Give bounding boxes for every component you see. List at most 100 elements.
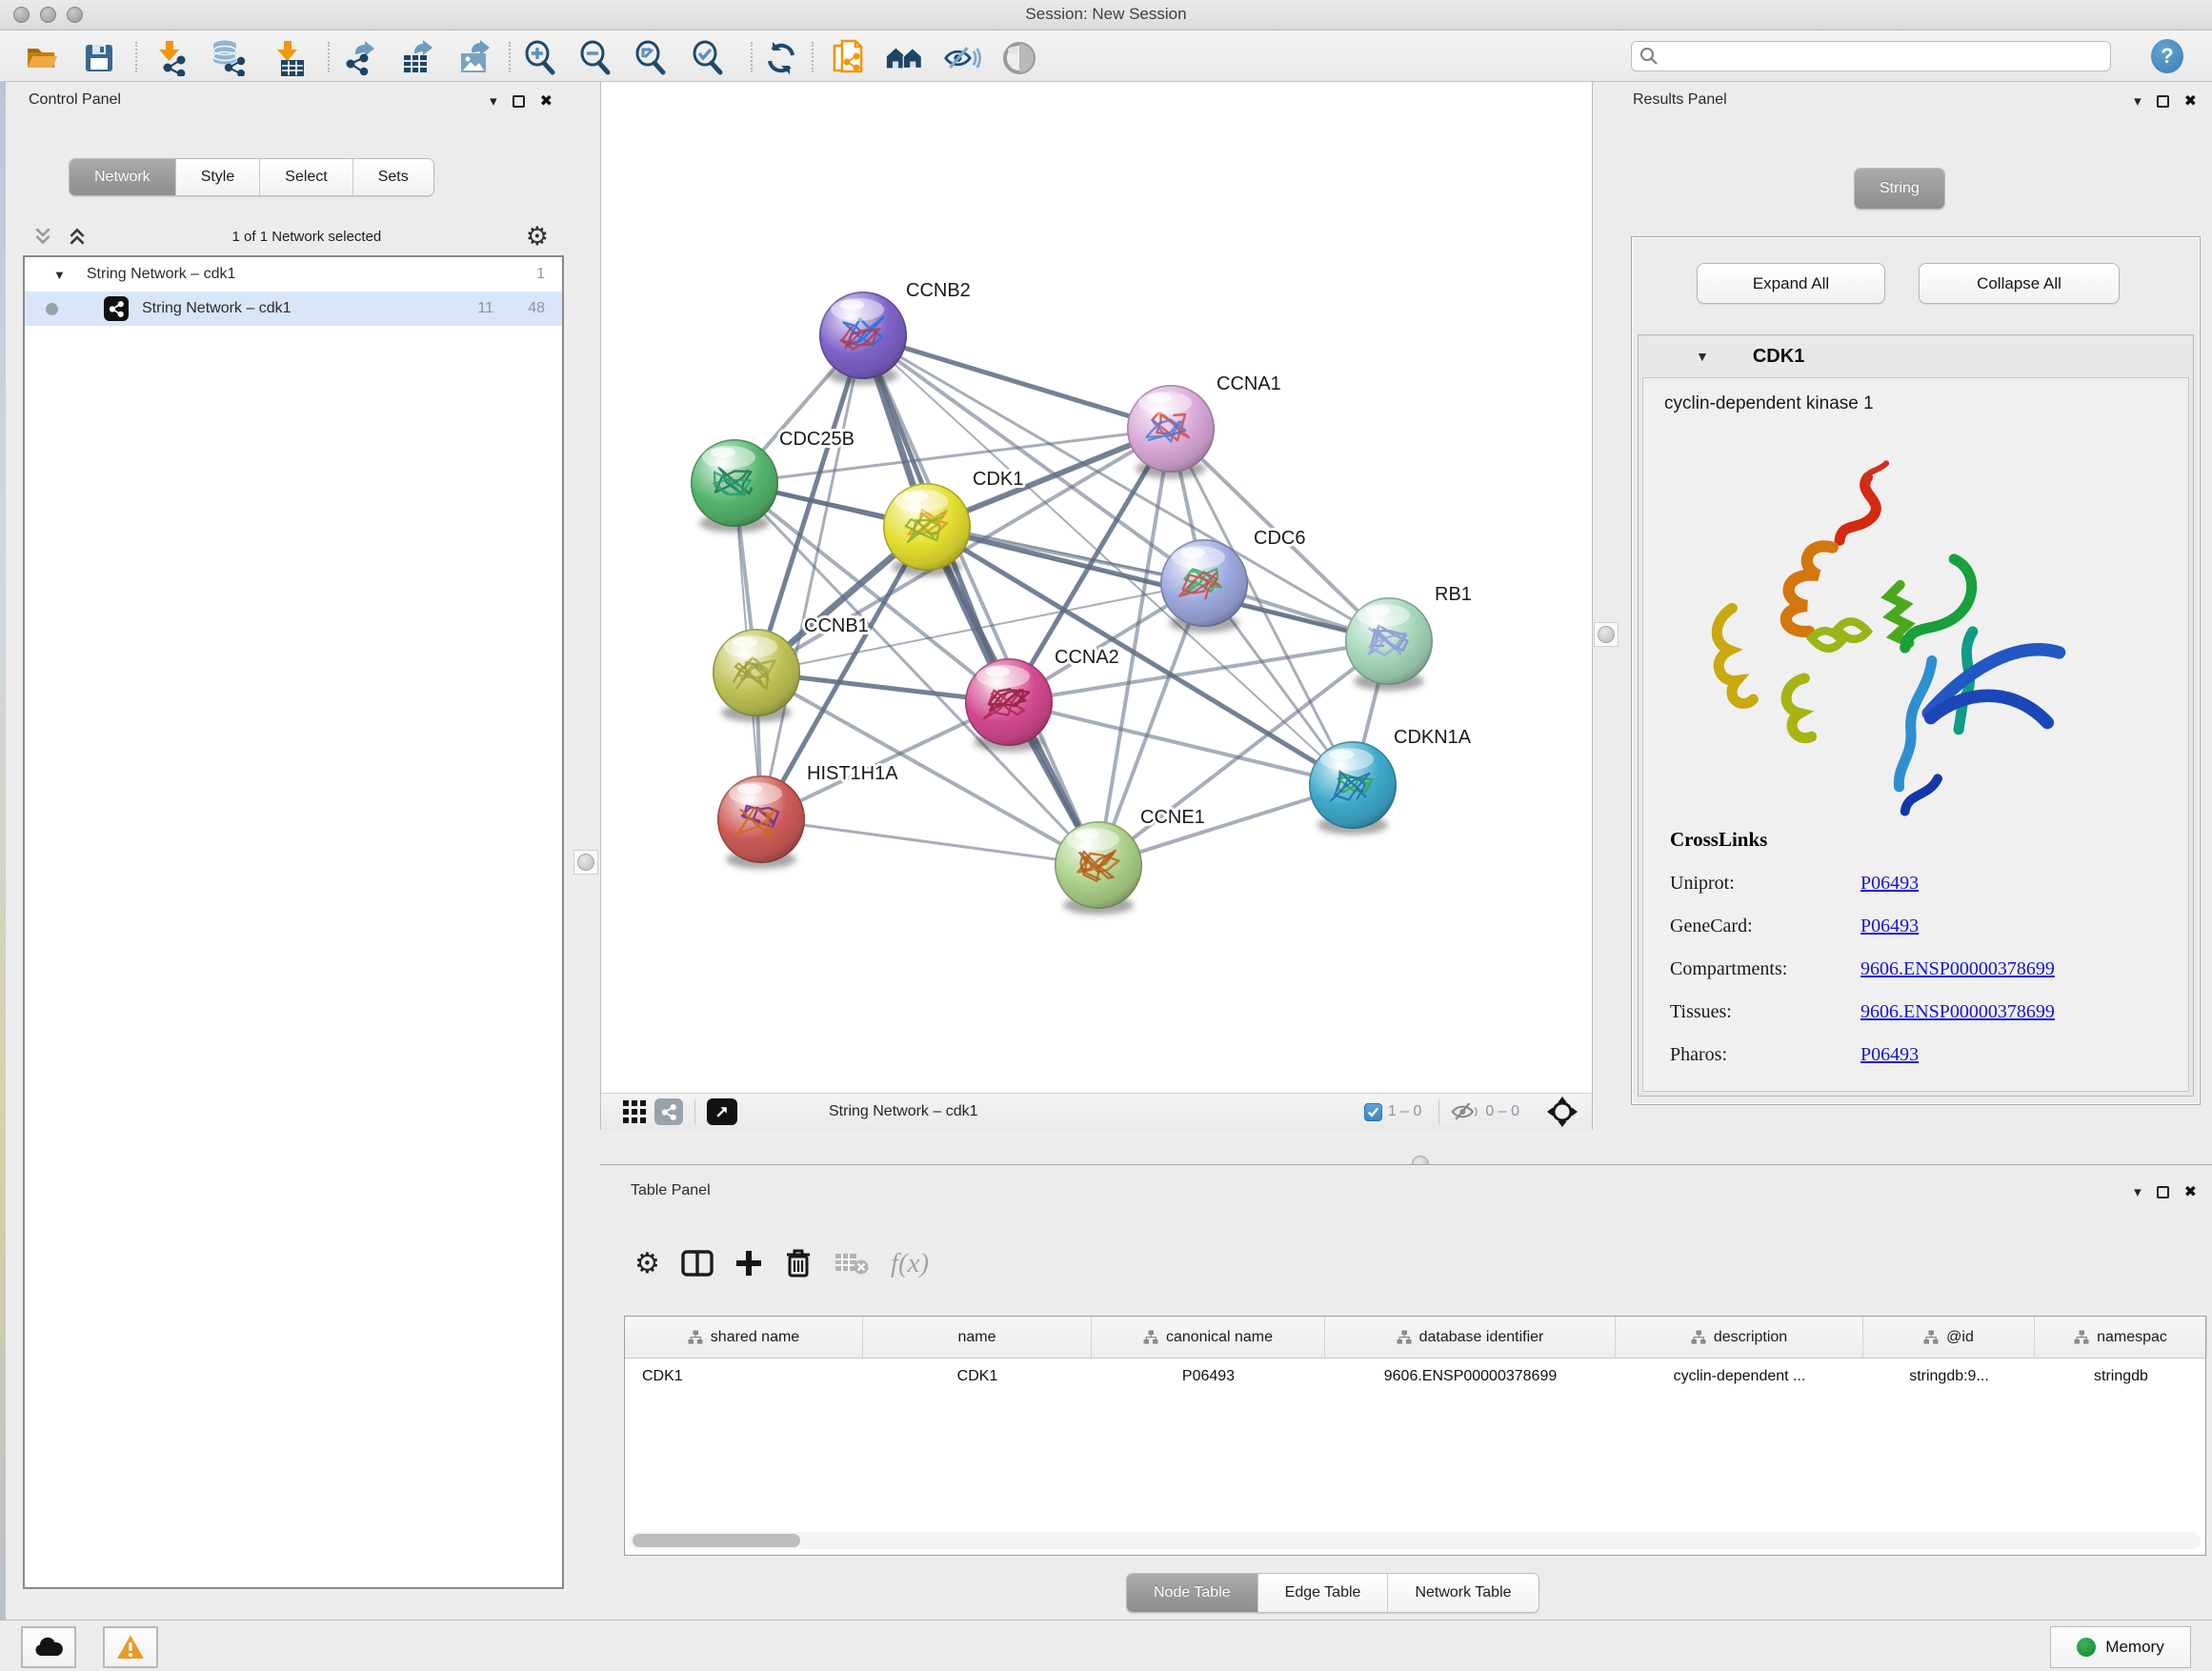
collapse-all-button[interactable]: Collapse All — [1919, 263, 2120, 304]
zoom-fit-button[interactable] — [633, 40, 671, 76]
table-cell[interactable]: stringdb — [2035, 1368, 2207, 1385]
edge-CCNB2-CCNA1[interactable] — [863, 335, 1171, 429]
detach-view-icon[interactable] — [707, 1098, 737, 1125]
section-collapse-triangle-icon[interactable]: ▼ — [1696, 349, 1709, 364]
table-horizontal-scrollbar[interactable] — [629, 1532, 2201, 1549]
results-panel-menu-icon[interactable]: ▾ — [2134, 92, 2142, 110]
column-header-database-identifier[interactable]: database identifier — [1325, 1317, 1616, 1358]
table-panel-menu-icon[interactable]: ▾ — [2134, 1183, 2142, 1200]
node-CDKN1A[interactable] — [1309, 741, 1397, 835]
results-panel-float-icon[interactable] — [2157, 95, 2169, 108]
cloud-status-button[interactable] — [21, 1626, 76, 1668]
table-cell[interactable]: stringdb:9... — [1863, 1368, 2035, 1385]
node-CCNB2[interactable] — [819, 292, 907, 385]
table-cell[interactable]: P06493 — [1092, 1368, 1325, 1385]
expand-all-icon[interactable] — [67, 226, 88, 247]
table-panel-close-icon[interactable]: ✖ — [2184, 1182, 2197, 1201]
tab-network[interactable]: Network — [70, 159, 175, 195]
edge-CCNB2-CCNE1[interactable] — [863, 335, 1098, 865]
table-row[interactable]: CDK1CDK1P064939606.ENSP00000378699cyclin… — [625, 1359, 2205, 1395]
delete-column-trash-icon[interactable] — [784, 1248, 813, 1278]
crosslink-link[interactable]: P06493 — [1860, 873, 1919, 895]
edge-CCNB2-HIST1H1A[interactable] — [761, 335, 863, 819]
tab-select[interactable]: Select — [259, 159, 352, 195]
network-row[interactable]: String Network – cdk1 11 48 — [25, 292, 562, 326]
collapse-all-icon[interactable] — [32, 226, 53, 247]
node-CDK1[interactable] — [883, 483, 971, 576]
control-panel-float-icon[interactable] — [513, 95, 525, 108]
results-panel-close-icon[interactable]: ✖ — [2184, 91, 2197, 111]
node-HIST1H1A[interactable] — [717, 775, 805, 869]
birdseye-home-button[interactable] — [886, 40, 924, 76]
control-panel-close-icon[interactable]: ✖ — [540, 91, 553, 111]
memory-button[interactable]: Memory — [2050, 1626, 2191, 1668]
zoom-out-button[interactable] — [577, 40, 615, 76]
open-session-button[interactable] — [23, 40, 61, 76]
control-panel-menu-icon[interactable]: ▾ — [490, 92, 497, 110]
show-graphics-button[interactable] — [1000, 40, 1038, 76]
scrollbar-thumb[interactable] — [633, 1534, 800, 1547]
network-collection-row[interactable]: ▼ String Network – cdk1 1 — [25, 257, 562, 292]
node-CDC25B[interactable] — [691, 439, 778, 533]
table-cell[interactable]: cyclin-dependent ... — [1616, 1368, 1863, 1385]
tab-style[interactable]: Style — [175, 159, 260, 195]
crosslink-link[interactable]: P06493 — [1860, 1044, 1919, 1066]
column-header-canonical-name[interactable]: canonical name — [1092, 1317, 1325, 1358]
node-table[interactable]: shared namenamecanonical namedatabase id… — [624, 1316, 2206, 1556]
node-CDC6[interactable] — [1160, 539, 1248, 633]
network-canvas[interactable]: CCNB2CCNA1CDC25BCDK1CDC6RB1CCNB1CCNA2CDK… — [600, 82, 1593, 1130]
gear-icon[interactable]: ⚙ — [526, 222, 549, 252]
import-network-button[interactable] — [152, 40, 191, 76]
node-CCNA2[interactable] — [965, 658, 1053, 752]
grid-view-icon[interactable] — [622, 1099, 647, 1124]
tab-network-table[interactable]: Network Table — [1387, 1574, 1538, 1612]
zoom-selected-button[interactable] — [690, 40, 728, 76]
table-panel-float-icon[interactable] — [2157, 1186, 2169, 1198]
column-header-shared-name[interactable]: shared name — [625, 1317, 863, 1358]
export-table-button[interactable] — [398, 40, 436, 76]
right-splitter-handle[interactable] — [1594, 622, 1619, 647]
tab-edge-table[interactable]: Edge Table — [1257, 1574, 1388, 1612]
node-CCNE1[interactable] — [1055, 821, 1142, 915]
table-cell[interactable]: CDK1 — [863, 1368, 1092, 1385]
selected-checkbox-icon[interactable] — [1364, 1103, 1382, 1121]
column-header-name[interactable]: name — [863, 1317, 1092, 1358]
fit-selected-crosshair-icon[interactable] — [1546, 1096, 1579, 1128]
tab-sets[interactable]: Sets — [352, 159, 433, 195]
table-settings-gear-icon[interactable]: ⚙ — [634, 1247, 660, 1280]
save-session-button[interactable] — [80, 40, 118, 76]
hide-panel-button[interactable] — [943, 40, 981, 76]
export-image-button[interactable] — [455, 40, 493, 76]
column-header-description[interactable]: description — [1616, 1317, 1863, 1358]
search-input[interactable] — [1664, 49, 2102, 65]
crosslink-link[interactable]: 9606.ENSP00000378699 — [1860, 1001, 2055, 1023]
search-box[interactable] — [1631, 41, 2111, 71]
add-column-icon[interactable] — [734, 1249, 763, 1278]
node-RB1[interactable] — [1345, 597, 1433, 691]
table-cell[interactable]: 9606.ENSP00000378699 — [1325, 1368, 1616, 1385]
import-network-from-database-button[interactable] — [210, 40, 248, 76]
expand-all-button[interactable]: Expand All — [1697, 263, 1885, 304]
table-cell[interactable]: CDK1 — [625, 1368, 863, 1385]
import-table-button[interactable] — [269, 40, 307, 76]
node-CCNA1[interactable] — [1127, 385, 1215, 478]
zoom-in-button[interactable] — [522, 40, 560, 76]
export-network-button[interactable] — [341, 40, 379, 76]
help-button[interactable]: ? — [2151, 39, 2183, 73]
node-CCNB1[interactable] — [713, 629, 800, 722]
apply-layout-button[interactable] — [762, 40, 800, 76]
warnings-button[interactable] — [103, 1626, 158, 1668]
clone-network-button[interactable] — [831, 40, 869, 76]
crosslink-link[interactable]: P06493 — [1860, 916, 1919, 937]
column-header-@id[interactable]: @id — [1863, 1317, 2035, 1358]
edge-HIST1H1A-CCNE1[interactable] — [761, 819, 1098, 865]
gene-section-header[interactable]: ▼ CDK1 — [1639, 335, 2193, 377]
tab-string[interactable]: String — [1855, 169, 1944, 209]
network-share-view-icon[interactable] — [654, 1098, 683, 1125]
show-columns-icon[interactable] — [681, 1249, 714, 1278]
tab-node-table[interactable]: Node Table — [1127, 1574, 1257, 1612]
collection-expand-triangle-icon[interactable]: ▼ — [53, 268, 66, 282]
network-graph[interactable]: CCNB2CCNA1CDC25BCDK1CDC6RB1CCNB1CCNA2CDK… — [601, 82, 1594, 1093]
crosslink-link[interactable]: 9606.ENSP00000378699 — [1860, 958, 2055, 980]
column-header-namespac[interactable]: namespac — [2035, 1317, 2207, 1358]
